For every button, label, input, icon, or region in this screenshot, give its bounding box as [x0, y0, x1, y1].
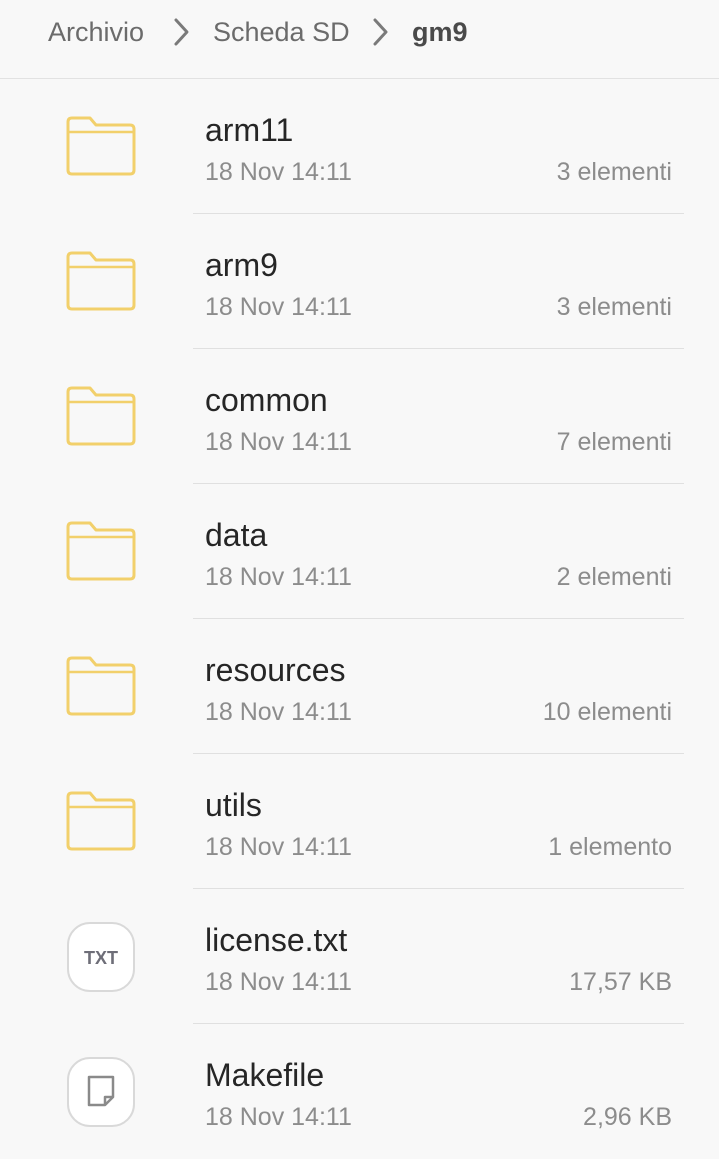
file-item-count: 3 elementi — [556, 158, 672, 186]
file-row-data[interactable]: data 18 Nov 14:11 2 elementi — [0, 484, 719, 619]
folder-icon — [66, 386, 136, 446]
file-name: arm9 — [205, 247, 278, 283]
file-size: 17,57 KB — [569, 968, 672, 996]
file-name: resources — [205, 652, 346, 688]
file-row-arm11[interactable]: arm11 18 Nov 14:11 3 elementi — [0, 79, 719, 214]
file-item-count: 2 elementi — [556, 563, 672, 591]
file-item-count: 3 elementi — [556, 293, 672, 321]
breadcrumb-item-gm9: gm9 — [412, 17, 468, 47]
file-row-resources[interactable]: resources 18 Nov 14:11 10 elementi — [0, 619, 719, 754]
file-row-makefile[interactable]: Makefile 18 Nov 14:11 2,96 KB — [0, 1024, 719, 1159]
file-date: 18 Nov 14:11 — [205, 293, 352, 321]
file-row-utils[interactable]: utils 18 Nov 14:11 1 elemento — [0, 754, 719, 889]
file-row-license-txt[interactable]: TXT license.txt 18 Nov 14:11 17,57 KB — [0, 889, 719, 1024]
file-name: arm11 — [205, 112, 294, 148]
breadcrumb-item-scheda-sd[interactable]: Scheda SD — [213, 14, 350, 50]
folder-icon — [66, 116, 136, 176]
file-name: common — [205, 382, 328, 418]
file-item-count: 10 elementi — [542, 698, 672, 726]
file-name: license.txt — [205, 922, 348, 958]
file-date: 18 Nov 14:11 — [205, 158, 352, 186]
breadcrumb: Archivio Scheda SD gm9 — [0, 0, 719, 79]
file-row-arm9[interactable]: arm9 18 Nov 14:11 3 elementi — [0, 214, 719, 349]
file-name: Makefile — [205, 1057, 325, 1093]
breadcrumb-item-archivio[interactable]: Archivio — [48, 14, 144, 50]
txt-badge: TXT — [84, 948, 118, 968]
file-date: 18 Nov 14:11 — [205, 428, 352, 456]
file-date: 18 Nov 14:11 — [205, 968, 352, 996]
folder-icon — [66, 251, 136, 311]
file-date: 18 Nov 14:11 — [205, 1103, 352, 1131]
file-date: 18 Nov 14:11 — [205, 698, 352, 726]
folder-icon — [66, 791, 136, 851]
file-date: 18 Nov 14:11 — [205, 833, 352, 861]
file-row-common[interactable]: common 18 Nov 14:11 7 elementi — [0, 349, 719, 484]
file-name: data — [205, 517, 268, 553]
file-item-count: 1 elemento — [548, 833, 672, 861]
chevron-right-icon — [174, 18, 189, 46]
file-date: 18 Nov 14:11 — [205, 563, 352, 591]
file-item-count: 7 elementi — [556, 428, 672, 456]
chevron-right-icon — [373, 18, 388, 46]
file-name: utils — [205, 787, 262, 823]
txt-file-icon: TXT — [67, 922, 135, 992]
folder-icon — [66, 521, 136, 581]
folder-icon — [66, 656, 136, 716]
file-size: 2,96 KB — [583, 1103, 672, 1131]
